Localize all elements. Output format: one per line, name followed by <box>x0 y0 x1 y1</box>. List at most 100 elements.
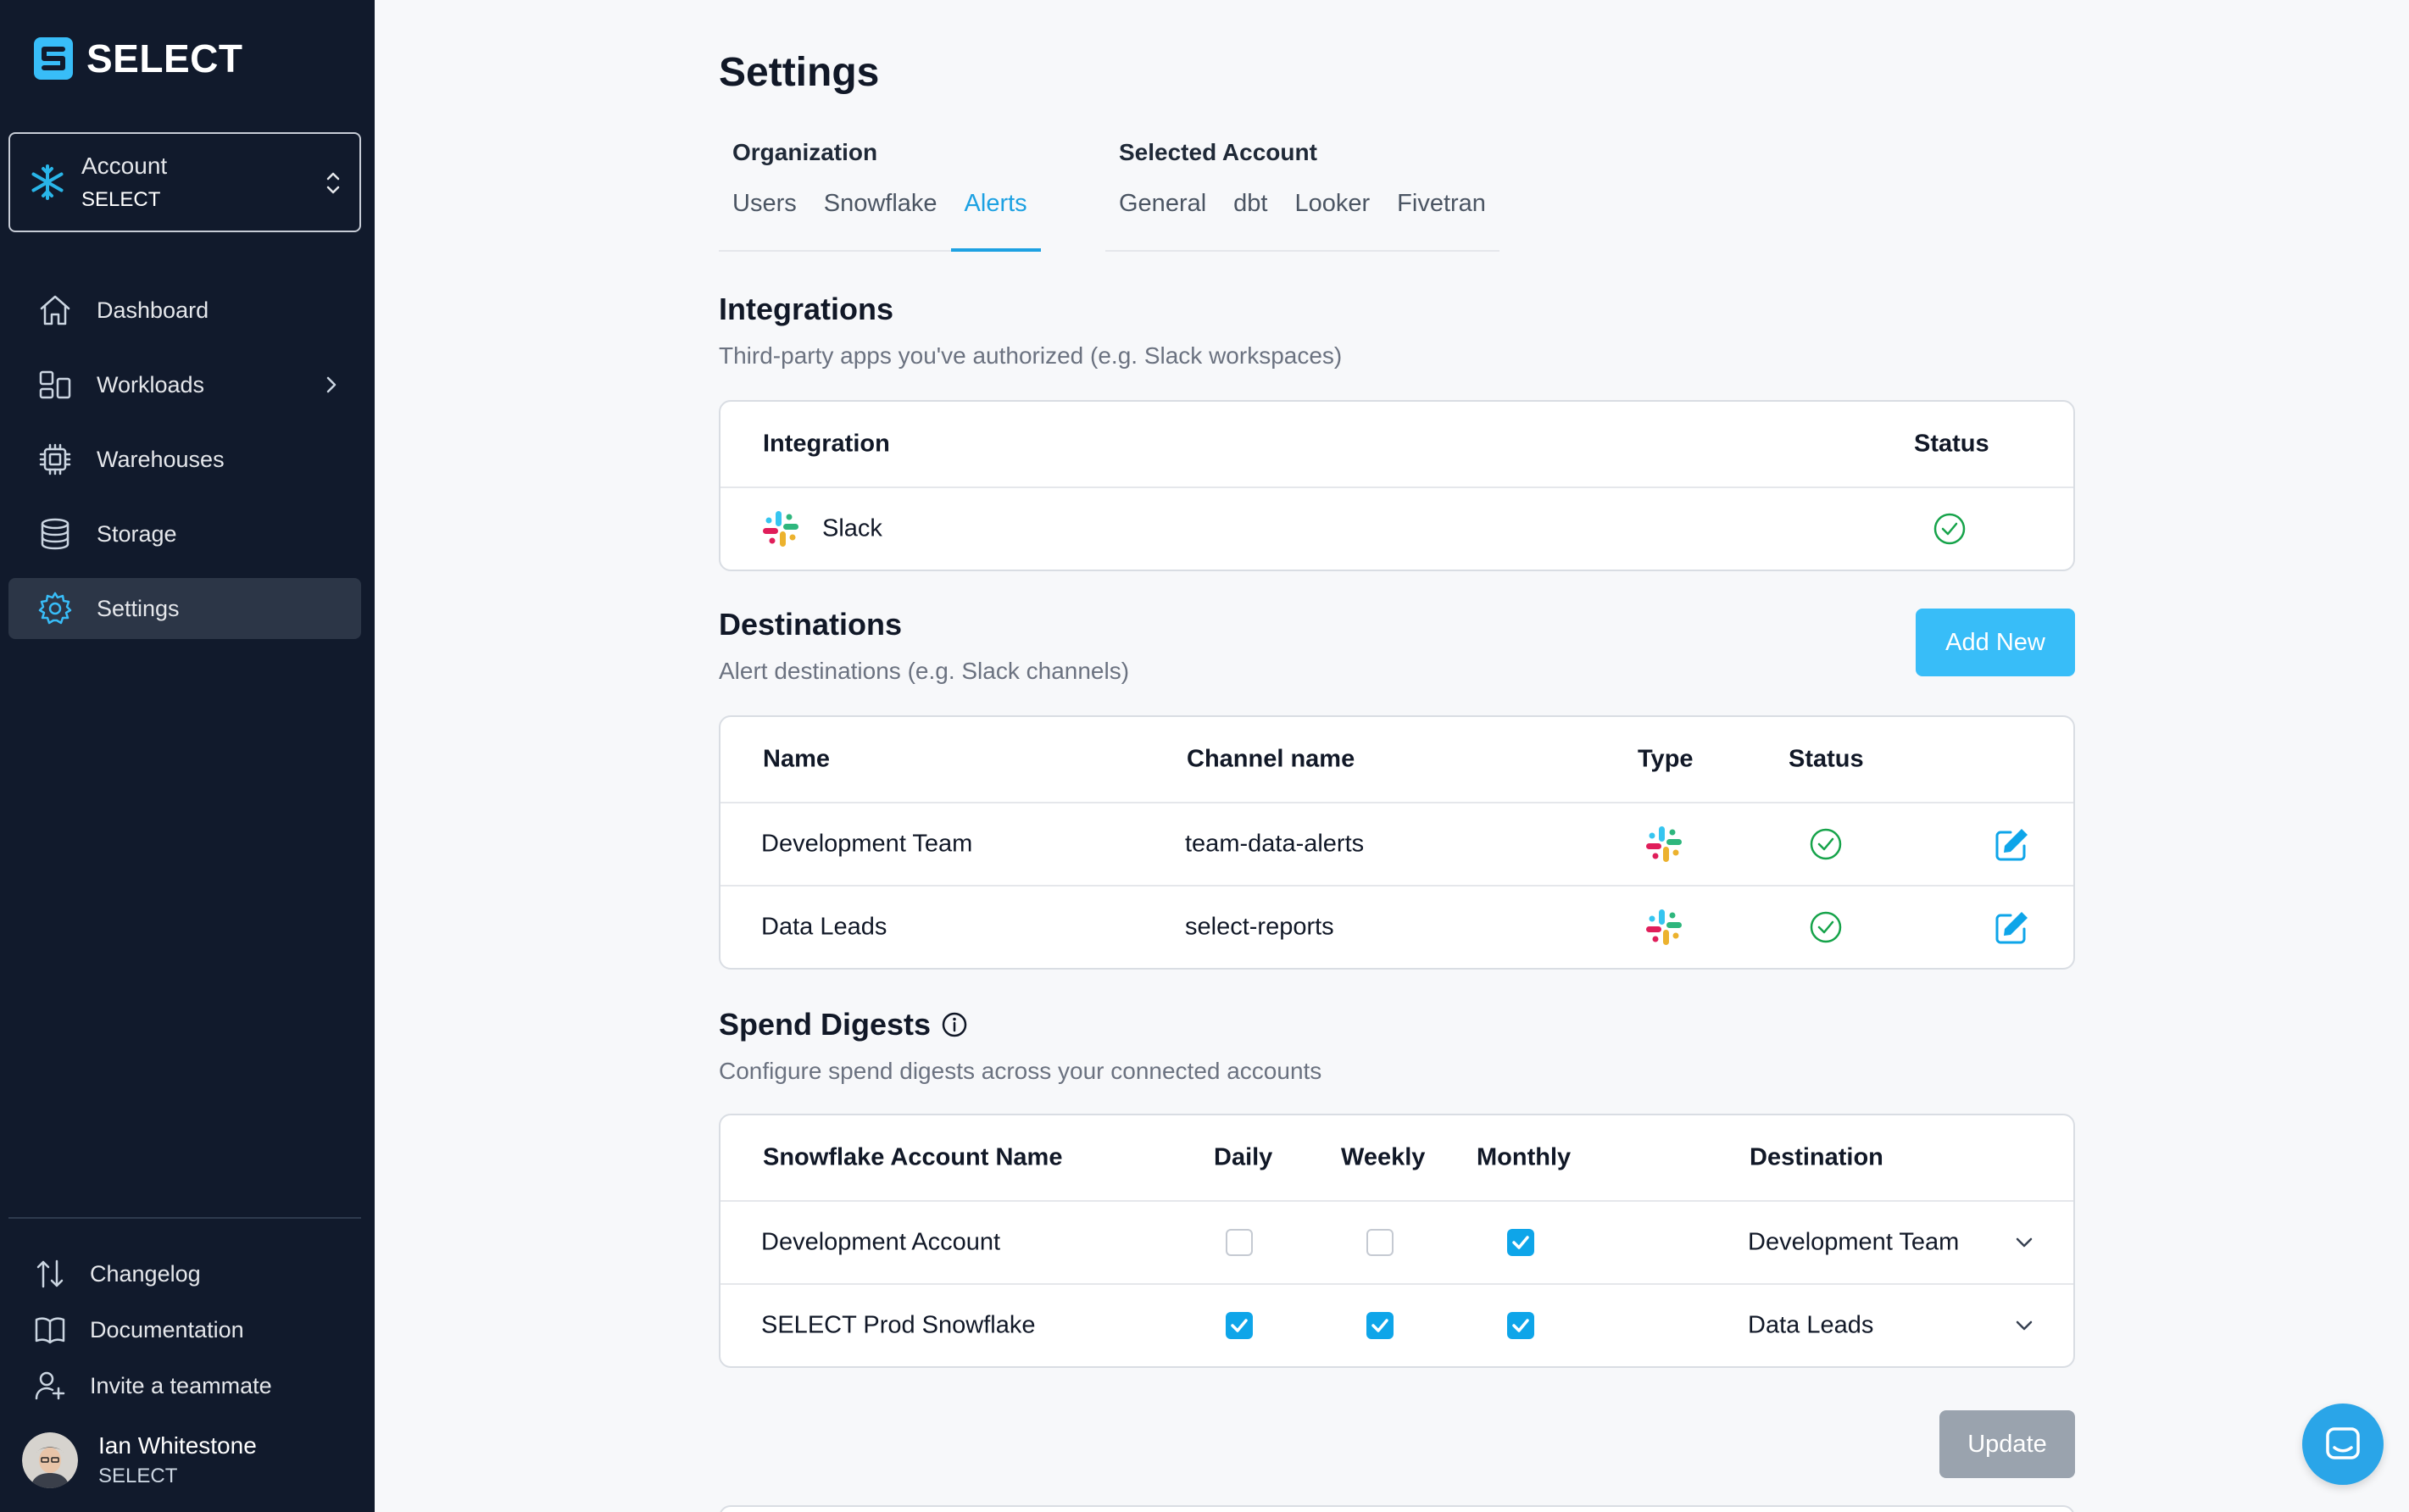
account-value: SELECT <box>81 188 161 211</box>
weekly-checkbox[interactable] <box>1366 1229 1394 1256</box>
user-profile[interactable]: Ian Whitestone SELECT <box>22 1432 257 1488</box>
integrations-table: Integration Status Slack <box>719 400 2075 571</box>
table-header-row: Snowflake Account Name Daily Weekly Mont… <box>720 1115 2073 1200</box>
update-button[interactable]: Update <box>1939 1410 2075 1478</box>
column-header-destination: Destination <box>1750 1143 1883 1171</box>
changelog-link[interactable]: Changelog <box>34 1246 272 1302</box>
column-header-integration: Integration <box>763 430 890 458</box>
workloads-icon <box>39 370 71 399</box>
column-header-daily: Daily <box>1214 1143 1273 1171</box>
selected-account-tab-group: Selected Account General dbt Looker Five… <box>1105 139 1499 252</box>
organization-tabs: Users Snowflake Alerts <box>719 190 1041 252</box>
destinations-title-text: Destinations <box>719 607 903 642</box>
column-header-account: Snowflake Account Name <box>763 1143 1063 1171</box>
chevron-right-icon <box>326 376 337 393</box>
tab-alerts[interactable]: Alerts <box>950 190 1041 252</box>
destination-name: Data Leads <box>761 913 887 941</box>
documentation-label: Documentation <box>90 1316 244 1342</box>
sidebar-item-workloads[interactable]: Workloads <box>8 354 361 415</box>
monthly-checkbox[interactable] <box>1507 1312 1534 1339</box>
changelog-label: Changelog <box>90 1260 201 1287</box>
documentation-link[interactable]: Documentation <box>34 1302 272 1358</box>
invite-teammate-label: Invite a teammate <box>90 1372 272 1398</box>
sidebar-bottom-links: Changelog Documentation Invite a teammat… <box>34 1246 272 1414</box>
tab-dbt[interactable]: dbt <box>1220 190 1281 250</box>
destination-name: Development Team <box>761 830 973 858</box>
sidebar-item-storage[interactable]: Storage <box>8 503 361 564</box>
sidebar: SELECT Account SELECT Dashboard Workload… <box>0 0 375 1512</box>
book-icon <box>35 1317 65 1344</box>
selected-account-tabs: General dbt Looker Fivetran <box>1105 190 1499 252</box>
column-header-status: Status <box>1914 430 1989 458</box>
table-row: Slack <box>720 486 2073 570</box>
slack-icon <box>1646 826 1682 862</box>
page-title: Settings <box>719 50 880 95</box>
sidebar-item-warehouses[interactable]: Warehouses <box>8 429 361 490</box>
integrations-subtitle: Third-party apps you've authorized (e.g.… <box>719 342 1343 369</box>
column-header-status: Status <box>1789 745 1864 773</box>
organization-tab-group: Organization Users Snowflake Alerts <box>719 139 1041 252</box>
brand-name: SELECT <box>86 36 243 81</box>
spend-digests-subtitle: Configure spend digests across your conn… <box>719 1058 1322 1084</box>
chevron-down-icon[interactable] <box>2012 1231 2036 1254</box>
digest-destination-select[interactable]: Development Team <box>1748 1229 1959 1257</box>
digest-account-name: Development Account <box>761 1228 1001 1256</box>
account-selector[interactable]: Account SELECT <box>8 132 361 232</box>
tab-general[interactable]: General <box>1105 190 1220 250</box>
slack-icon <box>763 511 798 547</box>
column-header-monthly: Monthly <box>1477 1143 1572 1171</box>
table-header-row: Name Channel name Type Status <box>720 717 2073 802</box>
weekly-checkbox[interactable] <box>1366 1312 1394 1339</box>
tab-users[interactable]: Users <box>719 190 810 250</box>
sidebar-divider <box>8 1217 361 1219</box>
selected-account-label: Selected Account <box>1119 139 1317 165</box>
support-chat-button[interactable] <box>2302 1404 2384 1485</box>
column-header-weekly: Weekly <box>1341 1143 1426 1171</box>
table-row: Data Leads select-reports <box>720 885 2073 968</box>
integrations-title-text: Integrations <box>719 292 894 326</box>
avatar <box>22 1432 78 1488</box>
invite-teammate-link[interactable]: Invite a teammate <box>34 1358 272 1414</box>
tab-fivetran[interactable]: Fivetran <box>1383 190 1499 250</box>
table-row: SELECT Prod Snowflake Data Leads <box>720 1283 2073 1366</box>
account-label: Account <box>81 153 168 179</box>
check-circle-icon <box>1933 513 1966 545</box>
home-icon <box>40 295 70 325</box>
column-header-name: Name <box>763 745 830 773</box>
digest-destination-select[interactable]: Data Leads <box>1748 1312 1873 1340</box>
tab-looker[interactable]: Looker <box>1282 190 1384 250</box>
daily-checkbox[interactable] <box>1226 1312 1253 1339</box>
gear-icon <box>38 592 72 625</box>
sidebar-item-dashboard[interactable]: Dashboard <box>8 280 361 341</box>
destinations-subtitle: Alert destinations (e.g. Slack channels) <box>719 658 1130 684</box>
destination-channel: team-data-alerts <box>1185 830 1365 858</box>
sidebar-item-label: Storage <box>97 520 177 547</box>
sidebar-item-label: Settings <box>97 595 180 621</box>
table-row: Development Account Development Team <box>720 1200 2073 1283</box>
integration-name: Slack <box>822 514 882 542</box>
brand-logo[interactable]: SELECT <box>34 36 242 81</box>
check-circle-icon <box>1810 911 1842 943</box>
sidebar-item-label: Dashboard <box>97 297 209 323</box>
edit-icon[interactable] <box>1994 825 2031 863</box>
sidebar-item-label: Warehouses <box>97 446 225 472</box>
user-name: Ian Whitestone <box>98 1432 257 1459</box>
sidebar-item-settings[interactable]: Settings <box>8 578 361 639</box>
table-row: Development Team team-data-alerts <box>720 802 2073 885</box>
chevron-down-icon[interactable] <box>2012 1314 2036 1337</box>
check-circle-icon <box>1810 828 1842 860</box>
select-logo-icon <box>34 37 73 80</box>
sidebar-nav: Dashboard Workloads Warehouses Storage S… <box>8 280 361 653</box>
edit-icon[interactable] <box>1994 909 2031 946</box>
chip-icon <box>39 443 71 475</box>
tab-snowflake[interactable]: Snowflake <box>810 190 951 250</box>
add-destination-button[interactable]: Add New <box>1916 609 2075 676</box>
monthly-checkbox[interactable] <box>1507 1229 1534 1256</box>
organization-label: Organization <box>732 139 878 165</box>
daily-checkbox[interactable] <box>1226 1229 1253 1256</box>
snowflake-icon <box>31 164 64 200</box>
table-header-row: Integration Status <box>720 402 2073 486</box>
next-card <box>719 1505 2075 1512</box>
spend-digests-title: Spend Digests <box>719 1007 968 1042</box>
info-icon[interactable] <box>941 1011 968 1038</box>
